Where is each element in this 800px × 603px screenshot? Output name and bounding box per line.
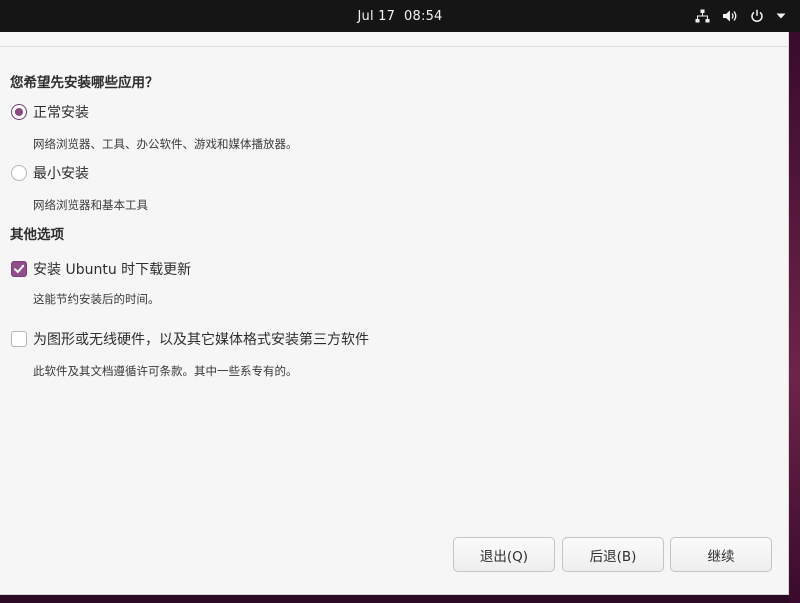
radio-unselected-icon <box>11 165 27 181</box>
network-icon[interactable] <box>695 9 710 23</box>
checkbox-unchecked-icon <box>11 331 27 347</box>
minimal-install-description: 网络浏览器和基本工具 <box>33 198 148 212</box>
download-updates-description: 这能节约安装后的时间。 <box>33 292 160 306</box>
menu-arrow-icon[interactable] <box>776 13 786 19</box>
download-updates-label: 安装 Ubuntu 时下载更新 <box>33 262 192 278</box>
window-divider <box>0 46 789 47</box>
continue-button[interactable]: 继续 <box>670 537 772 572</box>
clock[interactable]: Jul 17 08:54 <box>0 0 800 32</box>
third-party-software-description: 此软件及其文档遵循许可条款。其中一些系专有的。 <box>33 364 298 378</box>
other-options-heading: 其他选项 <box>10 227 64 243</box>
third-party-software-label: 为图形或无线硬件，以及其它媒体格式安装第三方软件 <box>33 332 369 348</box>
normal-install-label: 正常安装 <box>33 105 89 121</box>
desktop: Jul 17 08:54 您希望先安装哪些应用？ 正常安装 网络浏览器、工具、办… <box>0 0 800 603</box>
volume-icon[interactable] <box>722 9 738 23</box>
third-party-software-checkbox[interactable]: 为图形或无线硬件，以及其它媒体格式安装第三方软件 <box>11 330 369 348</box>
quit-button[interactable]: 退出(Q) <box>453 537 555 572</box>
normal-install-description: 网络浏览器、工具、办公软件、游戏和媒体播放器。 <box>33 137 298 151</box>
minimal-install-label: 最小安装 <box>33 166 89 182</box>
desktop-background-edge <box>789 32 800 603</box>
download-updates-checkbox[interactable]: 安装 Ubuntu 时下载更新 <box>11 260 191 278</box>
apps-heading: 您希望先安装哪些应用？ <box>10 75 159 91</box>
checkbox-checked-icon <box>11 261 27 277</box>
top-bar: Jul 17 08:54 <box>0 0 800 32</box>
clock-time: 08:54 <box>404 8 443 24</box>
normal-install-radio[interactable]: 正常安装 <box>11 103 89 121</box>
power-icon[interactable] <box>750 9 764 23</box>
minimal-install-radio[interactable]: 最小安装 <box>11 164 89 182</box>
radio-selected-icon <box>11 104 27 120</box>
installer-window: 您希望先安装哪些应用？ 正常安装 网络浏览器、工具、办公软件、游戏和媒体播放器。… <box>0 32 789 595</box>
clock-date: Jul 17 <box>357 8 396 24</box>
back-button[interactable]: 后退(B) <box>562 537 664 572</box>
system-tray <box>695 0 786 32</box>
